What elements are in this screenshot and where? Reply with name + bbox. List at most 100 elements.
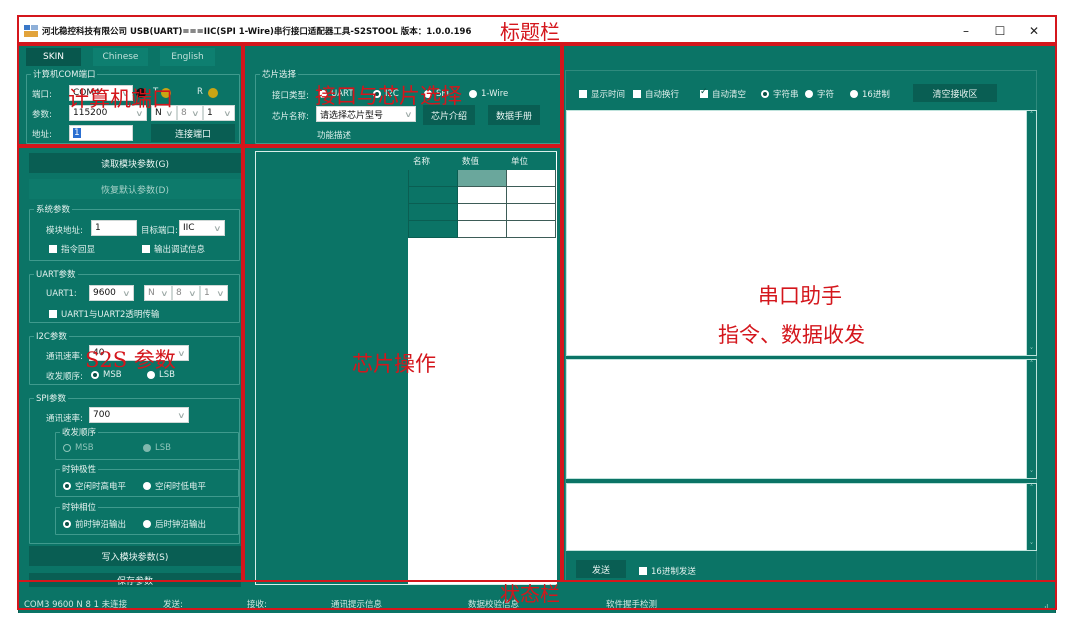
radio-icon	[319, 90, 327, 98]
interface-1wire-radio[interactable]: 1-Wire	[469, 89, 508, 99]
radio-icon	[805, 90, 813, 98]
radio-icon	[143, 444, 151, 452]
i2c-lsb-radio[interactable]: LSB	[147, 370, 175, 380]
spi-lsb-radio[interactable]: LSB	[143, 443, 171, 453]
spi-msb-radio[interactable]: MSB	[63, 443, 94, 453]
table-row[interactable]	[408, 203, 556, 221]
module-addr-input[interactable]: 1	[91, 220, 137, 236]
uart1-databits-select[interactable]: 8 ∨	[172, 285, 200, 301]
command-scrollbar[interactable]: ˄ ˅	[1026, 360, 1036, 478]
system-params-legend: 系统参数	[36, 205, 71, 215]
status-handshake: 软件握手检测	[606, 600, 658, 610]
tab-english[interactable]: English	[160, 48, 215, 66]
cell-unit[interactable]	[506, 203, 556, 221]
com-port-legend: 计算机COM端口	[33, 70, 96, 80]
command-textarea[interactable]: ˄ ˅	[566, 359, 1037, 479]
phase-leading-radio[interactable]: 前时钟沿输出	[63, 518, 126, 530]
minimize-button[interactable]: –	[949, 17, 983, 45]
debug-output-checkbox[interactable]: 输出调试信息	[142, 243, 205, 255]
address-input[interactable]: 1	[69, 125, 133, 141]
tab-skin[interactable]: SKIN	[26, 48, 81, 66]
auto-clear-checkbox[interactable]: 自动清空	[700, 87, 746, 100]
i2c-speed-select[interactable]: 40 ∨	[89, 345, 189, 361]
spi-speed-select[interactable]: 700 ∨	[89, 407, 189, 423]
radio-icon	[143, 520, 151, 528]
cell-value[interactable]	[457, 186, 507, 204]
uart1-stopbits-select[interactable]: 1 ∨	[200, 285, 228, 301]
uart1-baud-select[interactable]: 9600 ∨	[89, 285, 134, 301]
uart-transparent-checkbox[interactable]: UART1与UART2透明传输	[49, 308, 159, 320]
connect-port-button[interactable]: 连接端口	[151, 124, 235, 142]
table-row[interactable]	[408, 220, 556, 238]
close-button[interactable]: ✕	[1017, 17, 1051, 45]
cell-value[interactable]	[457, 169, 507, 187]
target-port-select[interactable]: IIC ∨	[179, 220, 225, 236]
checkbox-checked-icon	[700, 87, 708, 98]
cell-name[interactable]	[408, 169, 458, 187]
chevron-down-icon: ∨	[121, 88, 130, 98]
cell-unit[interactable]	[506, 186, 556, 204]
column-header-value: 数值	[457, 152, 507, 170]
cell-unit[interactable]	[506, 220, 556, 238]
cell-name[interactable]	[408, 203, 458, 221]
chevron-down-icon: ∨	[177, 410, 186, 420]
spi-speed-label: 通讯速率:	[46, 414, 83, 424]
echo-checkbox[interactable]: 指令回显	[49, 243, 95, 255]
clock-phase-legend: 时钟相位	[62, 503, 97, 513]
write-params-button[interactable]: 写入模块参数(S)	[29, 546, 241, 566]
restore-defaults-button[interactable]: 恢复默认参数(D)	[29, 179, 241, 199]
send-scrollbar[interactable]: ˄ ˅	[1026, 484, 1036, 550]
maximize-button[interactable]: ☐	[983, 17, 1017, 45]
chip-model-select[interactable]: 请选择芯片型号 ∨	[316, 106, 416, 122]
cell-value[interactable]	[457, 203, 507, 221]
i2c-params-legend: I2C参数	[36, 332, 67, 342]
chevron-down-icon: ∨	[223, 108, 232, 118]
receive-textarea[interactable]: ˄ ˅	[566, 110, 1037, 356]
save-params-button[interactable]: 保存参数	[29, 573, 241, 587]
function-desc-link[interactable]: 功能描述	[317, 129, 351, 141]
phase-trailing-radio[interactable]: 后时钟沿输出	[143, 518, 206, 530]
table-row[interactable]	[408, 186, 556, 204]
polarity-high-radio[interactable]: 空闲时高电平	[63, 480, 126, 492]
string-mode-radio[interactable]: 字符串	[761, 88, 799, 100]
clear-receive-button[interactable]: 清空接收区	[913, 84, 997, 102]
parity-select[interactable]: N ∨	[151, 105, 177, 121]
char-mode-radio[interactable]: 字符	[805, 88, 834, 100]
port-label: 端口:	[32, 90, 52, 100]
hex-mode-radio[interactable]: 16进制	[850, 88, 890, 100]
databits-select[interactable]: 8 ∨	[177, 105, 203, 121]
interface-i2c-radio[interactable]: I2C	[373, 89, 399, 99]
chevron-down-icon: ∨	[213, 223, 222, 233]
resize-grip-icon[interactable]: ⣠	[1044, 600, 1049, 608]
send-button[interactable]: 发送	[576, 560, 626, 578]
tab-chinese[interactable]: Chinese	[93, 48, 148, 66]
cell-name[interactable]	[408, 220, 458, 238]
polarity-low-radio[interactable]: 空闲时低电平	[143, 480, 206, 492]
status-checksum-info: 数据校验信息	[468, 600, 520, 610]
interface-spi-radio[interactable]: SPI	[424, 89, 449, 99]
auto-wrap-checkbox[interactable]: 自动换行	[633, 88, 679, 100]
table-row[interactable]	[408, 169, 556, 187]
i2c-msb-radio[interactable]: MSB	[91, 370, 122, 380]
chevron-down-icon: ∨	[188, 288, 197, 298]
cell-value[interactable]	[457, 220, 507, 238]
radio-icon	[143, 482, 151, 490]
hex-send-checkbox[interactable]: 16进制发送	[639, 565, 696, 577]
port-select[interactable]: COM4 ∨	[69, 85, 133, 101]
datasheet-button[interactable]: 数据手册	[488, 105, 540, 125]
rx-label: R	[197, 87, 203, 97]
cell-unit[interactable]	[506, 169, 556, 187]
send-textarea[interactable]: ˄ ˅	[566, 483, 1037, 551]
baud-select[interactable]: 115200 ∨	[69, 105, 147, 121]
checkbox-icon	[639, 567, 647, 575]
read-params-button[interactable]: 读取模块参数(G)	[29, 153, 241, 173]
show-time-checkbox[interactable]: 显示时间	[579, 88, 625, 100]
uart1-parity-select[interactable]: N ∨	[144, 285, 172, 301]
address-label: 地址:	[32, 130, 52, 140]
receive-scrollbar[interactable]: ˄ ˅	[1026, 111, 1036, 355]
chip-intro-button[interactable]: 芯片介绍	[423, 105, 475, 125]
cell-name[interactable]	[408, 186, 458, 204]
stopbits-select[interactable]: 1 ∨	[203, 105, 235, 121]
interface-uart-radio[interactable]: UART	[319, 89, 354, 99]
checkbox-icon	[49, 310, 57, 318]
